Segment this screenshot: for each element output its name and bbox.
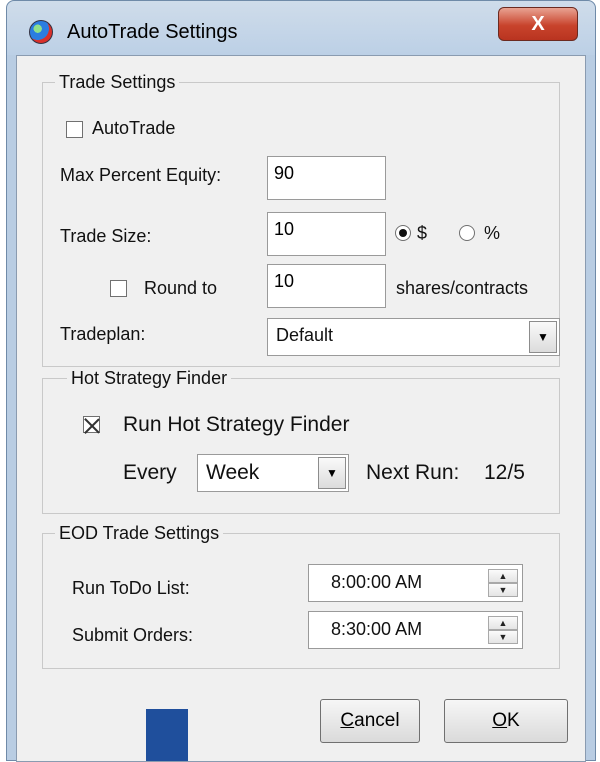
max-percent-equity-input[interactable]: 90 bbox=[267, 156, 386, 200]
arrow-up-icon[interactable]: ▲ bbox=[488, 569, 518, 583]
ok-mnemonic: O bbox=[492, 710, 508, 731]
tradeplan-label: Tradeplan: bbox=[60, 324, 146, 344]
window-title: AutoTrade Settings bbox=[67, 21, 238, 43]
round-to-input[interactable]: 10 bbox=[267, 264, 386, 308]
autotrade-checkbox[interactable] bbox=[66, 121, 83, 138]
cancel-mnemonic: C bbox=[340, 710, 355, 731]
submit-orders-time-picker[interactable]: 8:30:00 AM ▲ ▼ bbox=[308, 611, 523, 649]
size-unit-dollar-label: $ bbox=[417, 223, 428, 243]
blue-marker-block bbox=[146, 709, 188, 761]
hot-strategy-group bbox=[42, 378, 560, 514]
dialog-client-area: Trade Settings AutoTrade Max Percent Equ… bbox=[16, 55, 586, 762]
app-globe-icon bbox=[29, 20, 53, 44]
round-to-unit-label: shares/contracts bbox=[396, 278, 529, 298]
run-hot-strategy-label: Run Hot Strategy Finder bbox=[123, 413, 350, 436]
arrow-down-icon[interactable]: ▼ bbox=[488, 630, 518, 644]
title-bar[interactable]: AutoTrade Settings X bbox=[7, 1, 595, 55]
tradeplan-select[interactable]: Default ▼ bbox=[267, 318, 560, 356]
next-run-value: 12/5 bbox=[484, 461, 525, 484]
run-todo-time-picker[interactable]: 8:00:00 AM ▲ ▼ bbox=[308, 564, 523, 602]
max-percent-equity-label: Max Percent Equity: bbox=[60, 165, 222, 185]
round-to-checkbox[interactable] bbox=[110, 280, 127, 297]
run-todo-time-value: 8:00:00 AM bbox=[331, 572, 423, 592]
cancel-label: ancel bbox=[354, 710, 400, 731]
run-hot-strategy-checkbox[interactable] bbox=[83, 416, 100, 433]
ok-button[interactable]: OK bbox=[444, 699, 568, 743]
trade-settings-legend: Trade Settings bbox=[55, 72, 180, 93]
ok-label: K bbox=[507, 710, 520, 731]
size-unit-dollar-radio[interactable] bbox=[395, 225, 411, 241]
tradeplan-selected-value: Default bbox=[276, 325, 334, 345]
close-icon: X bbox=[531, 12, 545, 35]
chevron-down-icon[interactable]: ▼ bbox=[318, 457, 346, 489]
trade-size-label: Trade Size: bbox=[60, 226, 152, 246]
arrow-down-icon[interactable]: ▼ bbox=[488, 583, 518, 597]
every-select[interactable]: Week ▼ bbox=[197, 454, 349, 492]
run-todo-label: Run ToDo List: bbox=[72, 578, 190, 598]
autotrade-label: AutoTrade bbox=[92, 118, 176, 138]
close-button[interactable]: X bbox=[498, 7, 578, 41]
every-selected-value: Week bbox=[206, 461, 260, 484]
submit-orders-time-value: 8:30:00 AM bbox=[331, 619, 423, 639]
hot-strategy-legend: Hot Strategy Finder bbox=[67, 368, 232, 389]
trade-size-input[interactable]: 10 bbox=[267, 212, 386, 256]
round-to-label: Round to bbox=[144, 278, 218, 298]
arrow-up-icon[interactable]: ▲ bbox=[488, 616, 518, 630]
submit-orders-label: Submit Orders: bbox=[72, 625, 194, 645]
chevron-down-icon[interactable]: ▼ bbox=[529, 321, 557, 353]
next-run-label: Next Run: bbox=[366, 461, 460, 484]
eod-settings-legend: EOD Trade Settings bbox=[55, 523, 224, 544]
every-label: Every bbox=[123, 461, 177, 484]
size-unit-percent-radio[interactable] bbox=[459, 225, 475, 241]
size-unit-percent-label: % bbox=[484, 223, 501, 243]
cancel-button[interactable]: Cancel bbox=[320, 699, 420, 743]
dialog-window: AutoTrade Settings X Trade Settings Auto… bbox=[6, 0, 596, 762]
